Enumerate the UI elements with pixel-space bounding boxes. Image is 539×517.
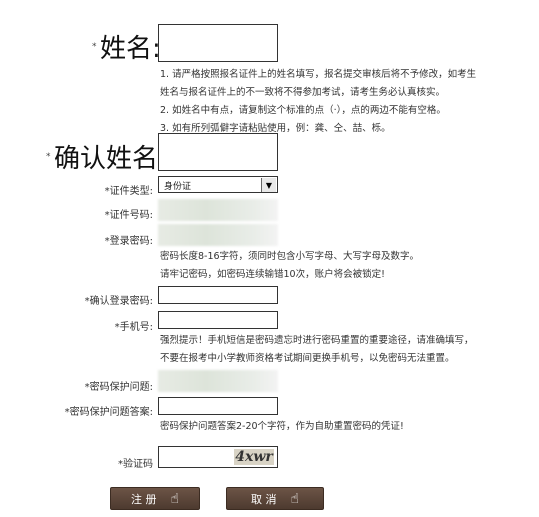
id-number-input[interactable] [158, 199, 278, 221]
cancel-button[interactable]: 取 消 ☝ [226, 487, 324, 510]
id-number-label: *证件号码: [104, 210, 153, 221]
answer-notes: 密码保护问题答案2-20个字符，作为自助重置密码的凭证! [160, 418, 404, 436]
name-label: 姓名: [100, 34, 161, 64]
id-type-label: *证件类型: [104, 186, 153, 197]
name-note-line: 1. 请严格按照报名证件上的姓名填写，报名提交审核后将不予修改，如考生 [160, 69, 477, 80]
captcha-label: *验证码 [118, 459, 153, 470]
security-question-label: *密码保护问题: [84, 382, 153, 393]
captcha-image[interactable]: 4xwr [234, 449, 274, 465]
name-required-mark: * [92, 42, 97, 52]
id-type-value: 身份证 [164, 182, 192, 192]
chevron-down-icon[interactable]: ▼ [261, 178, 276, 192]
hand-pointer-icon: ☝ [290, 490, 300, 507]
phone-notes: 强烈提示！手机短信是密码遗忘时进行密码重置的重要途径，请准确填写， 不要在报考中… [160, 332, 474, 368]
password-note-line: 密码长度8-16字符，须同时包含小写字母、大写字母及数字。 [160, 251, 420, 262]
password-note-line: 请牢记密码，如密码连续输错10次，账户将会被锁定! [160, 269, 385, 280]
login-password-label: *登录密码: [104, 236, 153, 247]
security-answer-label: *密码保护问题答案: [64, 407, 153, 418]
confirm-password-label: *确认登录密码: [84, 296, 153, 307]
confirm-name-required-mark: * [46, 152, 51, 162]
confirm-password-input[interactable] [158, 286, 278, 304]
id-type-select[interactable]: 身份证 ▼ [158, 176, 278, 193]
phone-label: *手机号: [114, 322, 153, 333]
security-question-select[interactable] [158, 370, 278, 392]
answer-note-line: 密码保护问题答案2-20个字符，作为自助重置密码的凭证! [160, 421, 404, 432]
confirm-name-label: 确认姓名: [54, 144, 167, 174]
cancel-button-label: 取 消 [250, 492, 277, 506]
name-note-line: 2. 如姓名中有点，请复制这个标准的点（·），点的两边不能有空格。 [160, 105, 446, 116]
register-button[interactable]: 注 册 ☝ [110, 487, 200, 510]
phone-note-line: 不要在报考中小学教师资格考试期间更换手机号，以免密码无法重置。 [160, 353, 455, 364]
name-notes: 1. 请严格按照报名证件上的姓名填写，报名提交审核后将不予修改，如考生 姓名与报… [160, 66, 476, 138]
name-input[interactable] [158, 24, 278, 62]
password-notes: 密码长度8-16字符，须同时包含小写字母、大写字母及数字。 请牢记密码，如密码连… [160, 248, 419, 284]
phone-input[interactable] [158, 311, 278, 329]
confirm-name-input[interactable] [158, 133, 278, 171]
security-answer-input[interactable] [158, 397, 278, 415]
name-note-line: 姓名与报名证件上的不一致将不得参加考试，请考生务必认真核实。 [160, 87, 446, 98]
login-password-input[interactable] [158, 224, 278, 246]
phone-note-line: 强烈提示！手机短信是密码遗忘时进行密码重置的重要途径，请准确填写， [160, 335, 474, 346]
hand-pointer-icon: ☝ [170, 490, 180, 507]
register-button-label: 注 册 [130, 492, 157, 506]
